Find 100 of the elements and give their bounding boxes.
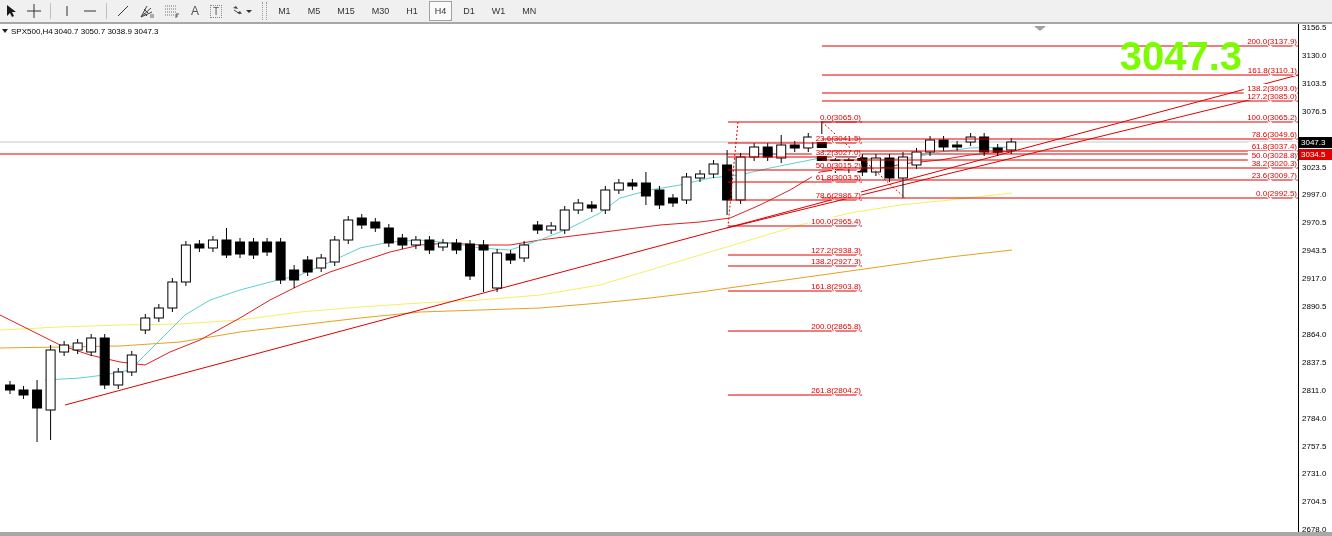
horizontal-line[interactable]	[0, 153, 1298, 155]
candlestick	[397, 233, 408, 250]
axis-tick-label: 3023.5	[1302, 161, 1327, 173]
candlestick	[898, 151, 908, 199]
candlestick	[532, 220, 543, 235]
fibonacci-level-line[interactable]	[727, 181, 863, 183]
axis-tick-label: 3103.5	[1302, 77, 1327, 89]
timeframe-button[interactable]: MN	[516, 1, 543, 21]
candlestick	[519, 240, 530, 263]
fibonacci-level-label: 38.2(3027.0)	[811, 148, 861, 157]
fibonacci-level-label: 50.0(3028.8)	[1247, 151, 1297, 160]
candlestick	[559, 205, 570, 235]
timeframe-button[interactable]: D1	[457, 1, 481, 21]
text-tool[interactable]: A	[189, 4, 201, 18]
candlestick	[789, 140, 800, 153]
candlestick	[248, 237, 259, 260]
candlestick	[329, 235, 340, 267]
fibonacci-level-label: 138.2(3093.0)	[1243, 84, 1297, 93]
candlestick	[126, 350, 137, 377]
candlestick	[262, 237, 273, 257]
fibonacci-level-line[interactable]	[821, 150, 1298, 152]
candlestick	[437, 238, 448, 252]
axis-tick-label: 2864.0	[1302, 328, 1327, 340]
fibonacci-level-line[interactable]	[727, 142, 863, 144]
candlestick	[776, 134, 787, 164]
axis-tick-label: 2757.5	[1302, 440, 1327, 452]
candlestick	[952, 140, 963, 152]
scroll-marker-icon[interactable]	[1034, 26, 1046, 31]
candlestick	[316, 253, 327, 273]
fibonacci-level-label: 161.8(3110.1)	[1243, 66, 1297, 75]
timeframe-button[interactable]: M5	[301, 1, 327, 21]
timeframe-button[interactable]: M30	[365, 1, 396, 21]
fibonacci-level-line[interactable]	[727, 156, 863, 158]
candlestick	[1006, 137, 1017, 155]
candlestick	[938, 135, 949, 152]
text-label-tool[interactable]: T	[210, 4, 223, 18]
axis-tick-label: 2890.5	[1302, 301, 1327, 312]
candlestick	[925, 135, 936, 157]
candlestick	[722, 149, 733, 216]
candlestick	[235, 237, 245, 259]
candlestick	[180, 240, 191, 287]
candlestick	[289, 264, 300, 289]
crosshair-icon[interactable]	[27, 4, 41, 18]
timeframe-button[interactable]: M15	[331, 1, 361, 21]
cursor-icon[interactable]	[4, 4, 18, 18]
timeframe-button[interactable]: H4	[428, 1, 453, 21]
fibonacci-anchor-line[interactable]	[727, 121, 739, 227]
timeframe-button[interactable]: W1	[485, 1, 512, 21]
candlestick	[586, 200, 597, 213]
fibonacci-level-label: 100.0(2965.4)	[807, 217, 861, 226]
candlestick	[167, 277, 178, 313]
fibonacci-level-label: 61.8(3037.4)	[1247, 142, 1297, 151]
dropdown-icon[interactable]	[2, 29, 8, 33]
candlestick	[654, 185, 665, 210]
candlestick	[979, 132, 990, 157]
candlestick	[302, 255, 313, 277]
candlestick	[153, 303, 164, 323]
fibonacci-level-line[interactable]	[727, 169, 863, 171]
timeframe-button[interactable]: M1	[272, 1, 297, 21]
candlestick	[640, 171, 651, 206]
candlestick	[59, 340, 70, 357]
candlestick	[221, 227, 232, 259]
candlestick	[356, 213, 367, 230]
axis-tick-label: 2917.0	[1302, 273, 1327, 285]
fibonacci-level-label: 23.6(3009.7)	[1247, 171, 1297, 180]
candlestick	[383, 223, 394, 248]
fibonacci-level-label: 100.0(3065.2)	[1243, 113, 1297, 122]
candlestick	[600, 185, 611, 215]
candlestick	[681, 172, 692, 205]
candlestick	[72, 338, 83, 355]
fibonacci-level-line[interactable]	[821, 159, 1298, 161]
candlestick	[573, 198, 584, 215]
current-price: 3047.3	[1119, 34, 1242, 78]
axis-tick-label: 2704.5	[1302, 496, 1327, 508]
fibonacci-level-line[interactable]	[727, 199, 863, 201]
fibonacci-fan-icon[interactable]	[139, 3, 155, 19]
trend-line[interactable]	[64, 74, 1298, 406]
fibonacci-level-label: 38.2(3020.3)	[1247, 159, 1297, 168]
fibonacci-level-label: 200.0(3137.9)	[1243, 37, 1297, 46]
candlestick	[492, 248, 503, 293]
candlestick	[194, 239, 205, 253]
fibonacci-level-label: 200.0(2865.8)	[807, 322, 861, 331]
axis-tick-label: 2837.5	[1302, 356, 1327, 368]
candlestick	[667, 193, 678, 208]
candlestick	[275, 237, 286, 285]
line-price-tag: 3034.5	[1299, 149, 1332, 160]
axis-tick-label: 2678.0	[1302, 524, 1327, 536]
trend-line-icon[interactable]	[116, 4, 130, 18]
axis-tick-label: 2943.5	[1302, 245, 1327, 257]
candlestick	[113, 367, 124, 390]
candlestick	[424, 235, 435, 255]
axis-tick-label: 2811.0	[1302, 384, 1326, 396]
timeframe-button[interactable]: H1	[400, 1, 424, 21]
candlestick	[18, 385, 29, 400]
candlestick	[465, 239, 475, 281]
fibonacci-level-label: 0.0(3065.0)	[815, 113, 861, 122]
candlestick	[478, 239, 489, 293]
candlestick	[451, 238, 462, 255]
candlestick	[911, 147, 922, 170]
bid-price-tag: 3047.3	[1299, 137, 1332, 148]
